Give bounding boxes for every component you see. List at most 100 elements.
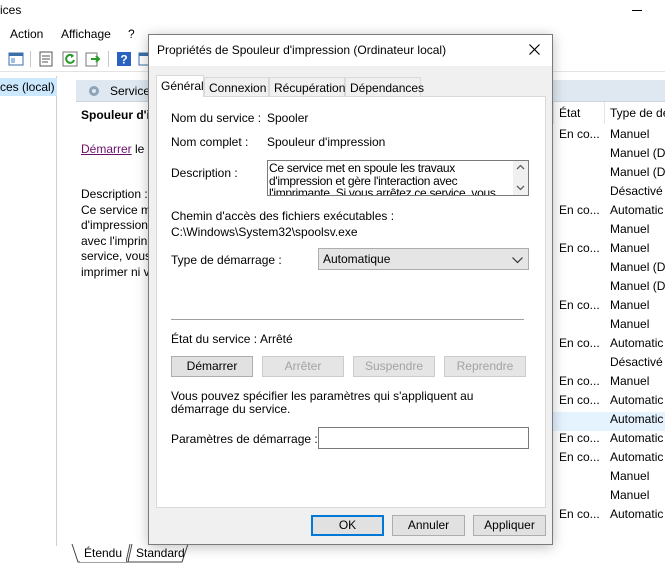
- display-name-value: Spouleur d'impression: [267, 135, 386, 149]
- row-startup-type-cell: Manuel (D: [610, 260, 665, 274]
- menu-action[interactable]: Action: [10, 27, 43, 41]
- row-startup-type-cell: Manuel: [610, 488, 650, 502]
- show-tree-icon[interactable]: [8, 51, 24, 67]
- row-startup-type-cell: Manuel (D: [610, 165, 665, 179]
- apply-button[interactable]: Appliquer: [473, 515, 546, 536]
- column-header-status[interactable]: État: [559, 106, 580, 120]
- description-label: Description :: [171, 166, 238, 180]
- services-header-title: Service: [110, 84, 151, 98]
- row-status-cell: En co...: [559, 127, 600, 141]
- row-startup-type-cell: Automatic: [610, 203, 664, 217]
- view-tabs: Étendu Standard: [70, 542, 665, 564]
- startup-type-value: Automatique: [323, 252, 391, 266]
- row-status-cell: En co...: [559, 203, 600, 217]
- startup-params-note: Vous pouvez spécifier les paramètres qui…: [171, 389, 474, 416]
- row-startup-type-cell: Manuel: [610, 222, 650, 236]
- dialog-titlebar: Propriétés de Spouleur d'impression (Ord…: [149, 35, 552, 66]
- row-startup-type-cell: Automatic: [610, 507, 664, 521]
- row-startup-type-cell: Automatic: [610, 412, 664, 426]
- description-text: Ce service met en spoule les travaux d'i…: [269, 161, 496, 196]
- extended-description-panel: Spouleur d'i Démarrer le s Description :…: [76, 102, 154, 542]
- dialog-title: Propriétés de Spouleur d'impression (Ord…: [157, 43, 447, 57]
- column-divider[interactable]: [553, 102, 554, 124]
- extended-desc-line: d'impression: [81, 218, 148, 232]
- help-icon[interactable]: ?: [116, 51, 132, 67]
- row-startup-type-cell: Automatic: [610, 450, 664, 464]
- close-icon: [529, 44, 540, 55]
- row-status-cell: En co...: [559, 393, 600, 407]
- row-status-cell: En co...: [559, 450, 600, 464]
- tab-extended[interactable]: Étendu: [80, 544, 127, 562]
- menu-view[interactable]: Affichage: [61, 27, 111, 41]
- row-startup-type-cell: Manuel: [610, 127, 650, 141]
- row-status-cell: En co...: [559, 374, 600, 388]
- tab-dependencies[interactable]: Dépendances: [345, 77, 424, 96]
- startup-params-label: Paramètres de démarrage :: [171, 432, 318, 446]
- stop-button[interactable]: Arrêter: [262, 356, 344, 377]
- section-divider: [171, 319, 524, 320]
- cancel-button[interactable]: Annuler: [392, 515, 465, 536]
- executable-path-value: C:\Windows\System32\spoolsv.exe: [171, 225, 358, 239]
- extended-desc-label: Description :: [81, 187, 148, 201]
- tab-standard[interactable]: Standard: [132, 544, 189, 562]
- tab-general[interactable]: Général: [156, 75, 204, 97]
- refresh-icon[interactable]: [62, 51, 78, 67]
- row-startup-type-cell: Désactivé: [610, 355, 663, 369]
- row-status-cell: En co...: [559, 431, 600, 445]
- row-status-cell: En co...: [559, 298, 600, 312]
- row-status-cell: En co...: [559, 241, 600, 255]
- column-header-startup-type[interactable]: Type de dé: [610, 106, 665, 120]
- service-name-label: Nom du service :: [171, 111, 262, 125]
- startup-params-input[interactable]: [318, 427, 529, 449]
- row-startup-type-cell: Manuel: [610, 374, 650, 388]
- extended-start-line: Démarrer le s: [81, 142, 154, 156]
- extended-service-title: Spouleur d'i: [81, 108, 150, 122]
- toolbar-separator: [108, 51, 109, 67]
- executable-path-label: Chemin d'accès des fichiers exécutables …: [171, 209, 395, 223]
- toolbar-separator: [30, 51, 31, 67]
- services-titlebar: ices: [0, 0, 665, 22]
- ok-button[interactable]: OK: [311, 515, 384, 536]
- service-status-value: Arrêté: [260, 332, 293, 346]
- minimize-icon[interactable]: [632, 10, 642, 11]
- row-status-cell: En co...: [559, 336, 600, 350]
- row-startup-type-cell: Automatic: [610, 393, 664, 407]
- description-scrollbar[interactable]: [513, 161, 528, 195]
- column-divider[interactable]: [604, 102, 605, 124]
- properties-dialog: Propriétés de Spouleur d'impression (Ord…: [148, 34, 553, 545]
- startup-type-select[interactable]: Automatique: [318, 248, 529, 270]
- gear-icon: [89, 86, 99, 96]
- general-tab-panel: Nom du service : Spooler Nom complet : S…: [156, 96, 546, 508]
- close-button[interactable]: [517, 35, 552, 65]
- row-startup-type-cell: Automatic: [610, 431, 664, 445]
- extended-description: Description : Ce service m d'impression …: [81, 187, 151, 280]
- properties-icon[interactable]: [38, 51, 54, 67]
- dialog-tabs: Général Connexion Récupération Dépendanc…: [156, 75, 546, 97]
- display-name-label: Nom complet :: [171, 135, 249, 149]
- start-service-link[interactable]: Démarrer: [81, 142, 132, 156]
- export-list-icon[interactable]: [85, 51, 101, 67]
- row-status-cell: En co...: [559, 507, 600, 521]
- startup-type-label: Type de démarrage :: [171, 253, 282, 267]
- resume-button[interactable]: Reprendre: [444, 356, 526, 377]
- row-startup-type-cell: Manuel: [610, 469, 650, 483]
- menu-help[interactable]: ?: [128, 27, 135, 41]
- extended-desc-line: service, vous: [81, 249, 151, 263]
- row-startup-type-cell: Automatic: [610, 336, 664, 350]
- start-button[interactable]: Démarrer: [171, 356, 253, 377]
- extended-desc-line: imprimer ni v: [81, 264, 150, 279]
- service-name-value: Spooler: [267, 111, 309, 125]
- tab-connection[interactable]: Connexion: [204, 77, 269, 96]
- services-title: ices: [0, 3, 22, 17]
- service-status-label: État du service :: [171, 332, 258, 346]
- extended-desc-line: avec l'imprin: [81, 233, 148, 248]
- row-startup-type-cell: Manuel: [610, 317, 650, 331]
- extended-desc-line: Ce service m: [81, 202, 151, 217]
- tree-pane: ces (local): [0, 76, 57, 546]
- row-startup-type-cell: Manuel: [610, 298, 650, 312]
- tree-node-services-local[interactable]: ces (local): [0, 78, 57, 96]
- tab-recovery[interactable]: Récupération: [269, 77, 345, 96]
- pause-button[interactable]: Suspendre: [353, 356, 435, 377]
- row-startup-type-cell: Désactivé: [610, 184, 663, 198]
- description-textbox[interactable]: Ce service met en spoule les travaux d'i…: [267, 160, 529, 196]
